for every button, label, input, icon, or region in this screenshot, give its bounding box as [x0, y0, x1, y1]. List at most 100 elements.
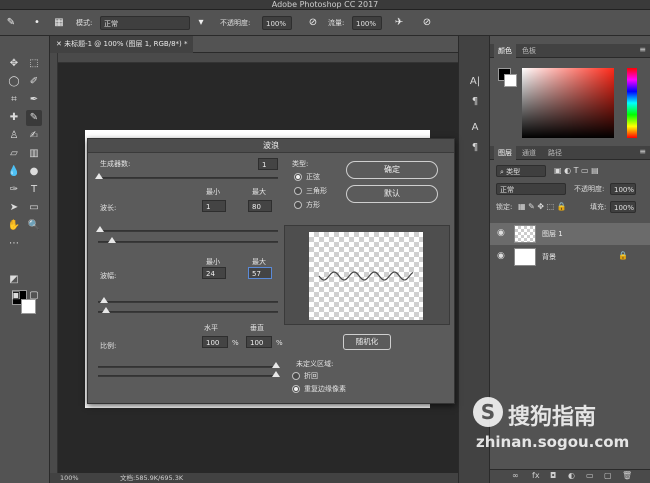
- scale-vertical-field[interactable]: 100: [246, 336, 272, 348]
- link-icon[interactable]: ∞: [512, 471, 519, 480]
- zoom-level[interactable]: 100%: [60, 473, 79, 483]
- crop-tool-icon[interactable]: ⌗: [6, 92, 22, 108]
- healing-tool-icon[interactable]: ✚: [6, 110, 22, 126]
- more-tools-icon[interactable]: ⋯: [6, 236, 22, 252]
- new-layer-icon[interactable]: ▢: [604, 471, 612, 480]
- amplitude-max-field[interactable]: 57: [248, 267, 272, 279]
- color-panel-background[interactable]: [504, 74, 517, 87]
- brush-tool-icon[interactable]: ✎: [26, 110, 42, 126]
- layer-name: 背景: [542, 253, 556, 261]
- tab-layers[interactable]: 图层: [494, 146, 516, 160]
- wavelength-min-field[interactable]: 1: [202, 200, 226, 212]
- amplitude-max-knob[interactable]: [102, 307, 110, 313]
- opacity-label: 不透明度:: [220, 19, 251, 27]
- repeat-edge-radio[interactable]: [292, 385, 300, 393]
- eraser-tool-icon[interactable]: ▱: [6, 146, 22, 162]
- layer-opacity-field[interactable]: 100%: [610, 183, 636, 195]
- scale-horizontal-knob[interactable]: [272, 362, 280, 368]
- panel-menu-icon[interactable]: ≡: [639, 147, 646, 156]
- wavelength-min-slider[interactable]: [98, 230, 278, 232]
- tab-swatches[interactable]: 色板: [518, 44, 540, 58]
- ok-button[interactable]: 确定: [346, 161, 438, 179]
- tab-channels[interactable]: 通道: [518, 146, 540, 160]
- trash-icon[interactable]: 🗑: [622, 471, 632, 480]
- scale-vertical-slider[interactable]: [98, 375, 278, 377]
- amplitude-min-slider[interactable]: [98, 301, 278, 303]
- dodge-tool-icon[interactable]: ●: [26, 164, 42, 180]
- brush-preset-icon[interactable]: ✎: [4, 16, 18, 30]
- hue-slider[interactable]: [627, 68, 637, 138]
- character-panel-icon[interactable]: A|: [467, 74, 483, 90]
- wavelength-max-slider[interactable]: [98, 241, 278, 243]
- amplitude-min-knob[interactable]: [100, 297, 108, 303]
- airbrush-icon[interactable]: ✈: [392, 16, 406, 30]
- tab-paths[interactable]: 路径: [544, 146, 566, 160]
- character-style-icon[interactable]: A: [467, 120, 483, 136]
- generators-field[interactable]: 1: [258, 158, 278, 170]
- type-triangle-radio[interactable]: [294, 187, 302, 195]
- opacity-field[interactable]: 100%: [262, 16, 292, 30]
- default-colors-icon[interactable]: ◩: [6, 272, 22, 288]
- type-sine-radio[interactable]: [294, 173, 302, 181]
- close-icon[interactable]: ✕: [56, 40, 64, 48]
- quick-mask-icon[interactable]: ▣: [8, 288, 24, 304]
- screen-mode-icon[interactable]: ▢: [26, 288, 42, 304]
- color-picker-field[interactable]: [522, 68, 614, 138]
- generators-slider-track[interactable]: [98, 177, 278, 179]
- adjustment-icon[interactable]: ◐: [568, 471, 575, 480]
- pen-tool-icon[interactable]: ✑: [6, 182, 22, 198]
- type-square-radio[interactable]: [294, 201, 302, 209]
- generators-slider-knob[interactable]: [95, 173, 103, 179]
- paragraph-style-icon[interactable]: ¶: [467, 140, 483, 156]
- flow-field[interactable]: 100%: [352, 16, 382, 30]
- filter-icons[interactable]: ▣ ◐ T ▭ ▤: [554, 163, 599, 179]
- scale-horizontal-slider[interactable]: [98, 366, 278, 368]
- pressure-size-icon[interactable]: ⊘: [420, 16, 434, 30]
- pressure-opacity-icon[interactable]: ⊘: [306, 16, 320, 30]
- layer-row[interactable]: ◉ 图层 1: [490, 223, 650, 245]
- layer-row[interactable]: ◉ 背景 🔒: [490, 246, 650, 268]
- tab-color[interactable]: 颜色: [494, 44, 516, 58]
- randomize-button[interactable]: 随机化: [343, 334, 391, 350]
- type-tool-icon[interactable]: T: [26, 182, 42, 198]
- mode-select[interactable]: 正常: [100, 16, 190, 30]
- amplitude-min-field[interactable]: 24: [202, 267, 226, 279]
- fill-field[interactable]: 100%: [610, 201, 636, 213]
- blend-mode-select[interactable]: 正常: [496, 183, 566, 195]
- path-select-tool-icon[interactable]: ➤: [6, 200, 22, 216]
- scale-horizontal-field[interactable]: 100: [202, 336, 228, 348]
- move-tool-icon[interactable]: ✥: [6, 56, 22, 72]
- eye-icon[interactable]: ◉: [497, 251, 505, 261]
- type-label: 类型:: [292, 160, 309, 168]
- marquee-tool-icon[interactable]: ⬚: [26, 56, 42, 72]
- quick-select-tool-icon[interactable]: ✐: [26, 74, 42, 90]
- eyedropper-tool-icon[interactable]: ✒: [26, 92, 42, 108]
- panel-menu-icon[interactable]: ≡: [639, 45, 646, 54]
- layer-filter-select[interactable]: ⌕ 类型: [496, 165, 546, 177]
- default-button[interactable]: 默认: [346, 185, 438, 203]
- wavelength-max-knob[interactable]: [108, 237, 116, 243]
- lasso-tool-icon[interactable]: ◯: [6, 74, 22, 90]
- history-brush-tool-icon[interactable]: ✍: [26, 128, 42, 144]
- paragraph-panel-icon[interactable]: ¶: [467, 94, 483, 110]
- amplitude-max-slider[interactable]: [98, 311, 278, 313]
- gradient-tool-icon[interactable]: ▥: [26, 146, 42, 162]
- lock-icons[interactable]: ▦ ✎ ✥ ⬚ 🔒: [518, 199, 567, 215]
- zoom-tool-icon[interactable]: 🔍: [26, 218, 42, 234]
- brush-size-icon[interactable]: •: [30, 16, 44, 30]
- folder-icon[interactable]: ▭: [586, 471, 594, 480]
- wrap-around-radio[interactable]: [292, 372, 300, 380]
- wavelength-min-knob[interactable]: [96, 226, 104, 232]
- mask-icon[interactable]: ◘: [550, 471, 556, 480]
- blur-tool-icon[interactable]: 💧: [6, 164, 22, 180]
- eye-icon[interactable]: ◉: [497, 228, 505, 238]
- stamp-tool-icon[interactable]: ♙: [6, 128, 22, 144]
- wavelength-max-field[interactable]: 80: [248, 200, 272, 212]
- amplitude-label: 波幅:: [100, 272, 117, 280]
- brush-panel-icon[interactable]: ▦: [52, 16, 66, 30]
- shape-tool-icon[interactable]: ▭: [26, 200, 42, 216]
- scale-vertical-knob[interactable]: [272, 371, 280, 377]
- hand-tool-icon[interactable]: ✋: [6, 218, 22, 234]
- document-tab[interactable]: ✕ 未标题-1 @ 100% (图层 1, RGB/8*) *: [50, 36, 194, 53]
- fx-icon[interactable]: fx: [532, 471, 540, 480]
